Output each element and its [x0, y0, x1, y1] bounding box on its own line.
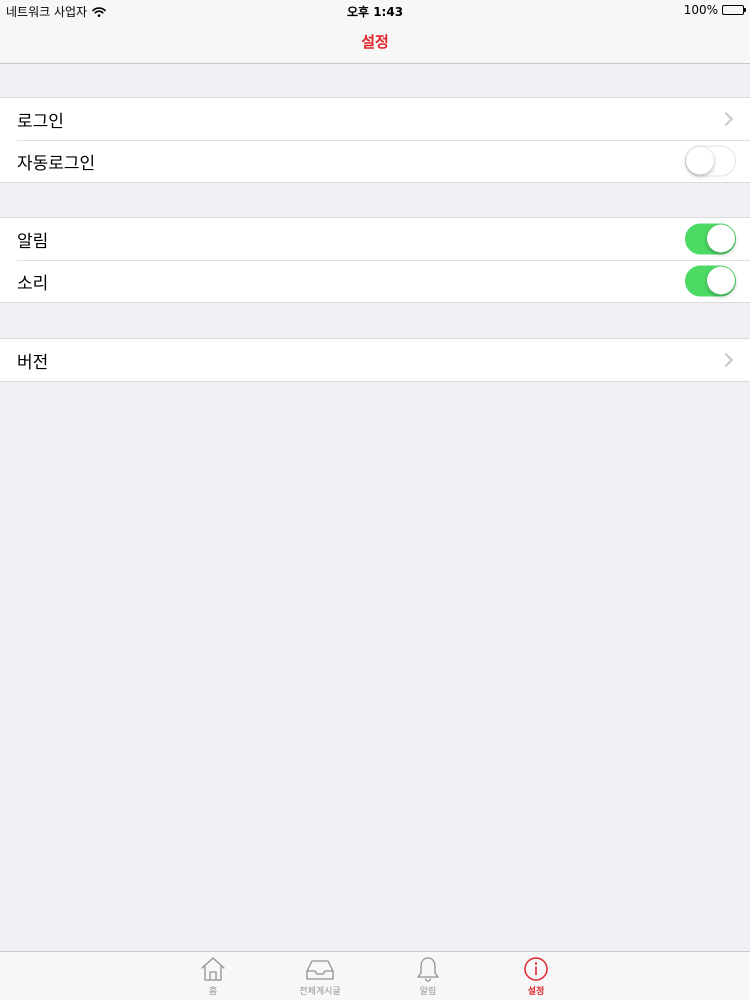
- row-auto-login: 자동로그인: [0, 140, 750, 182]
- home-icon: [201, 957, 225, 981]
- status-right: 100%: [683, 3, 746, 17]
- toggle-knob: [686, 146, 714, 175]
- tab-home-label: 홈: [208, 987, 218, 997]
- info-icon: [524, 957, 548, 981]
- sound-toggle[interactable]: [685, 265, 736, 297]
- toggle-knob: [707, 224, 735, 253]
- auto-login-toggle[interactable]: [685, 145, 736, 177]
- row-version[interactable]: 버전: [0, 339, 750, 381]
- tab-settings-label: 설정: [527, 987, 545, 997]
- tab-bar: 홈 전체게시글 알림 설정: [0, 951, 750, 1000]
- battery-percent: 100%: [683, 3, 718, 17]
- page-title: 설정: [361, 33, 389, 51]
- toggle-knob: [707, 266, 735, 295]
- tab-settings[interactable]: 설정: [496, 956, 576, 997]
- status-bar: 네트워크 사업자 오후 1:43 100%: [0, 0, 750, 20]
- chevron-right-icon: [718, 111, 734, 127]
- settings-group-about: 버전: [0, 338, 750, 382]
- row-notifications: 알림: [0, 218, 750, 260]
- status-time: 오후 1:43: [346, 5, 404, 19]
- inbox-icon: [306, 960, 334, 980]
- tab-all-posts-label: 전체게시글: [299, 987, 341, 997]
- bell-icon: [417, 957, 439, 982]
- battery-icon: [722, 5, 746, 15]
- row-version-label: 버전: [17, 352, 49, 373]
- row-sound: 소리: [0, 260, 750, 302]
- navigation-bar: 설정: [0, 20, 750, 64]
- settings-group-account: 로그인 자동로그인: [0, 97, 750, 183]
- row-auto-login-label: 자동로그인: [17, 153, 96, 174]
- row-sound-label: 소리: [17, 273, 49, 294]
- tab-all-posts[interactable]: 전체게시글: [280, 956, 360, 997]
- tab-home[interactable]: 홈: [173, 956, 253, 997]
- settings-group-notifications: 알림 소리: [0, 217, 750, 303]
- tab-notifications[interactable]: 알림: [388, 956, 468, 997]
- row-login[interactable]: 로그인: [0, 98, 750, 140]
- chevron-right-icon: [718, 352, 734, 368]
- tab-notifications-label: 알림: [419, 987, 437, 997]
- notifications-toggle[interactable]: [685, 223, 736, 255]
- row-login-label: 로그인: [17, 111, 64, 132]
- row-notifications-label: 알림: [17, 231, 49, 252]
